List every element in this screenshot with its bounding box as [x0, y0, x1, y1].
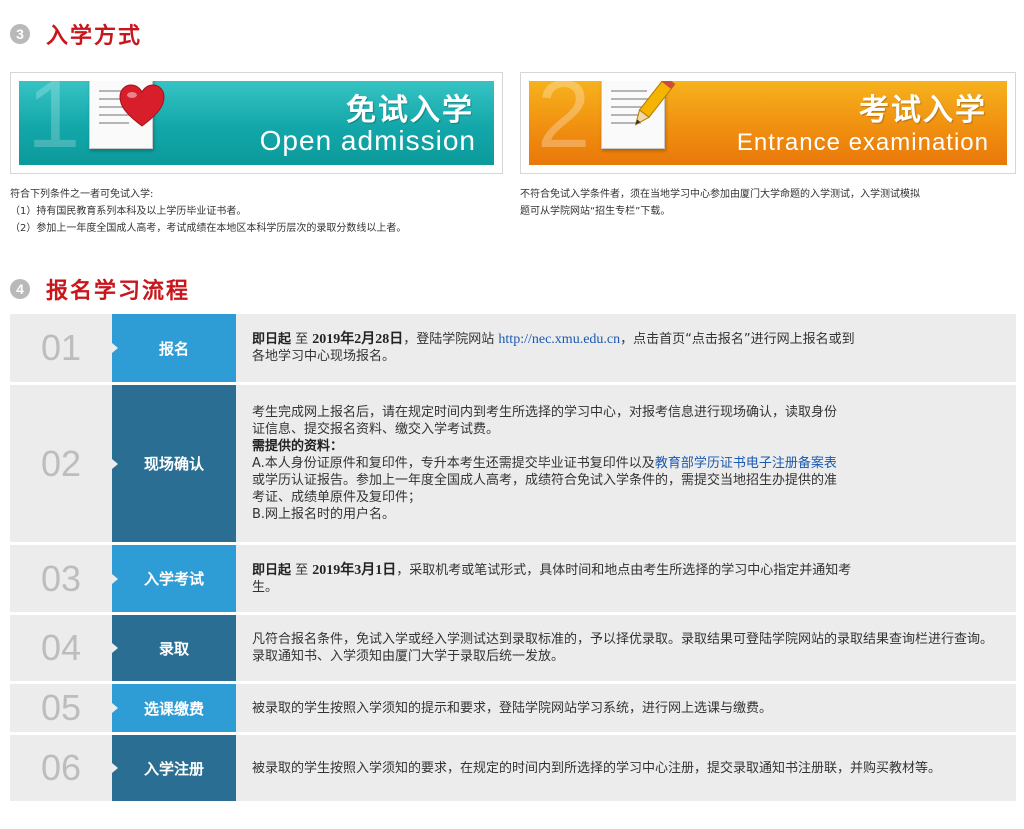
text-line: 证信息、提交报名资料、缴交入学考试费。 — [252, 422, 500, 437]
section-title: 入学方式 — [46, 24, 143, 49]
website-link[interactable]: http://nec.xmu.edu.cn — [498, 332, 620, 347]
text-line: （2）参加上一年度全国成人高考，考试成绩在本地区本科学历层次的录取分数线以上者。 — [10, 223, 407, 234]
text-line: 题可从学院网站“招生专栏”下载。 — [520, 206, 671, 217]
materials-heading: 需提供的资料： — [252, 439, 344, 454]
section-title: 报名学习流程 — [46, 279, 191, 304]
text-line: 或学历认证报告。参加上一年度全国成人高考，成绩符合免试入学条件的，需提交当地招生… — [252, 473, 838, 488]
banner-title-cn: 免试入学 — [346, 93, 474, 128]
entrance-exam-banner-bg: 2 考试入学 Entrance examination — [529, 81, 1007, 165]
step-number: 03 — [40, 557, 82, 599]
open-admission-banner-bg: 1 免试入学 Open admission — [19, 81, 494, 165]
banner-title-en: Open admission — [259, 125, 476, 156]
section-heading-process: 4 报名学习流程 — [10, 272, 190, 306]
section-heading-admission: 3 入学方式 — [10, 17, 142, 51]
text-fragment: ，登陆学院网站 — [403, 332, 499, 347]
step-label[interactable]: 现场确认 — [112, 385, 236, 542]
step-description: 即日起 至 2019年3月1日，采取机考或笔试形式，具体时间和地点由考生所选择的… — [236, 545, 1016, 612]
text-line: 考生完成网上报名后，请在规定时间内到考生所选择的学习中心，对报考信息进行现场确认… — [252, 405, 838, 420]
step-description: 考生完成网上报名后，请在规定时间内到考生所选择的学习中心，对报考信息进行现场确认… — [236, 385, 1016, 542]
text-fragment: ，采取机考或笔试形式，具体时间和地点由考生所选择的学习中心指定并通知考 — [396, 562, 852, 578]
date-start: 即日起 — [252, 562, 292, 578]
step-description: 即日起 至 2019年2月28日，登陆学院网站 http://nec.xmu.e… — [236, 314, 1016, 382]
open-admission-description: 符合下列条件之一者可免试入学: （1）持有国民教育系列本科及以上学历毕业证书者。… — [10, 186, 510, 237]
step-number: 01 — [40, 327, 82, 368]
banner-big-number: 2 — [537, 81, 591, 165]
process-steps-table: 01 报名 即日起 至 2019年2月28日，登陆学院网站 http://nec… — [10, 314, 1016, 804]
step-number: 04 — [40, 627, 82, 668]
step-label[interactable]: 入学考试 — [112, 545, 236, 612]
text-line: （1）持有国民教育系列本科及以上学历毕业证书者。 — [10, 206, 247, 217]
text-fragment: 生。 — [252, 579, 279, 595]
section-number-badge: 4 — [10, 279, 30, 299]
document-heart-icon — [89, 81, 165, 149]
date-end: 2019年3月1日 — [312, 562, 397, 578]
text-fragment: 各地学习中心现场报名。 — [252, 349, 396, 364]
step-number: 06 — [40, 747, 82, 788]
text-paragraph: 被录取的学生按照入学须知的要求，在规定的时间内到所选择的学习中心注册，提交录取通… — [252, 760, 942, 776]
section-number-badge: 3 — [10, 24, 30, 44]
step-number: 05 — [40, 687, 82, 728]
step-row-enrollment: 06 入学注册 被录取的学生按照入学须知的要求，在规定的时间内到所选择的学习中心… — [10, 735, 1016, 801]
step-label[interactable]: 报名 — [112, 314, 236, 382]
step-description: 被录取的学生按照入学须知的提示和要求，登陆学院网站学习系统，进行网上选课与缴费。 — [236, 684, 1016, 732]
date-start: 即日起 — [252, 332, 292, 347]
document-pencil-icon — [601, 81, 676, 149]
entrance-exam-banner[interactable]: 2 考试入学 Entrance examination — [520, 72, 1016, 174]
text-line: 考证、成绩单原件及复印件； — [252, 490, 422, 505]
text-line: 符合下列条件之一者可免试入学: — [10, 189, 154, 200]
step-description: 凡符合报名条件，免试入学或经入学测试达到录取标准的，予以择优录取。录取结果可登陆… — [236, 615, 1016, 681]
step-label[interactable]: 录取 — [112, 615, 236, 681]
step-row-admission: 04 录取 凡符合报名条件，免试入学或经入学测试达到录取标准的，予以择优录取。录… — [10, 615, 1016, 681]
text-paragraph: 凡符合报名条件，免试入学或经入学测试达到录取标准的，予以择优录取。录取结果可登陆… — [252, 632, 994, 664]
step-number: 02 — [40, 442, 82, 484]
step-row-register: 01 报名 即日起 至 2019年2月28日，登陆学院网站 http://nec… — [10, 314, 1016, 382]
registration-form-link[interactable]: 教育部学历证书电子注册备案表 — [655, 456, 837, 471]
step-description: 被录取的学生按照入学须知的要求，在规定的时间内到所选择的学习中心注册，提交录取通… — [236, 735, 1016, 801]
text-fragment: A.本人身份证原件和复印件，专升本考生还需提交毕业证书复印件以及 — [252, 456, 655, 471]
text-line: 不符合免试入学条件者，须在当地学习中心参加由厦门大学命题的入学测试，入学测试模拟 — [520, 189, 920, 200]
step-row-onsite-confirm: 02 现场确认 考生完成网上报名后，请在规定时间内到考生所选择的学习中心，对报考… — [10, 385, 1016, 542]
text-paragraph: 被录取的学生按照入学须知的提示和要求，登陆学院网站学习系统，进行网上选课与缴费。 — [252, 700, 773, 716]
step-row-entrance-exam: 03 入学考试 即日起 至 2019年3月1日，采取机考或笔试形式，具体时间和地… — [10, 545, 1016, 612]
banner-big-number: 1 — [27, 81, 81, 165]
text-line: B.网上报名时的用户名。 — [252, 507, 396, 522]
step-row-course-payment: 05 选课缴费 被录取的学生按照入学须知的提示和要求，登陆学院网站学习系统，进行… — [10, 684, 1016, 732]
text-fragment: 至 — [291, 562, 313, 578]
entrance-exam-description: 不符合免试入学条件者，须在当地学习中心参加由厦门大学命题的入学测试，入学测试模拟… — [520, 186, 1016, 220]
step-label[interactable]: 选课缴费 — [112, 684, 236, 732]
text-fragment: ，点击首页“点击报名”进行网上报名或到 — [620, 332, 855, 347]
banner-title-en: Entrance examination — [736, 129, 989, 156]
open-admission-banner[interactable]: 1 免试入学 Open admission — [10, 72, 503, 174]
banner-title-cn: 考试入学 — [859, 93, 987, 128]
step-label[interactable]: 入学注册 — [112, 735, 236, 801]
date-end: 2019年2月28日 — [312, 332, 404, 347]
text-fragment: 至 — [291, 332, 313, 347]
